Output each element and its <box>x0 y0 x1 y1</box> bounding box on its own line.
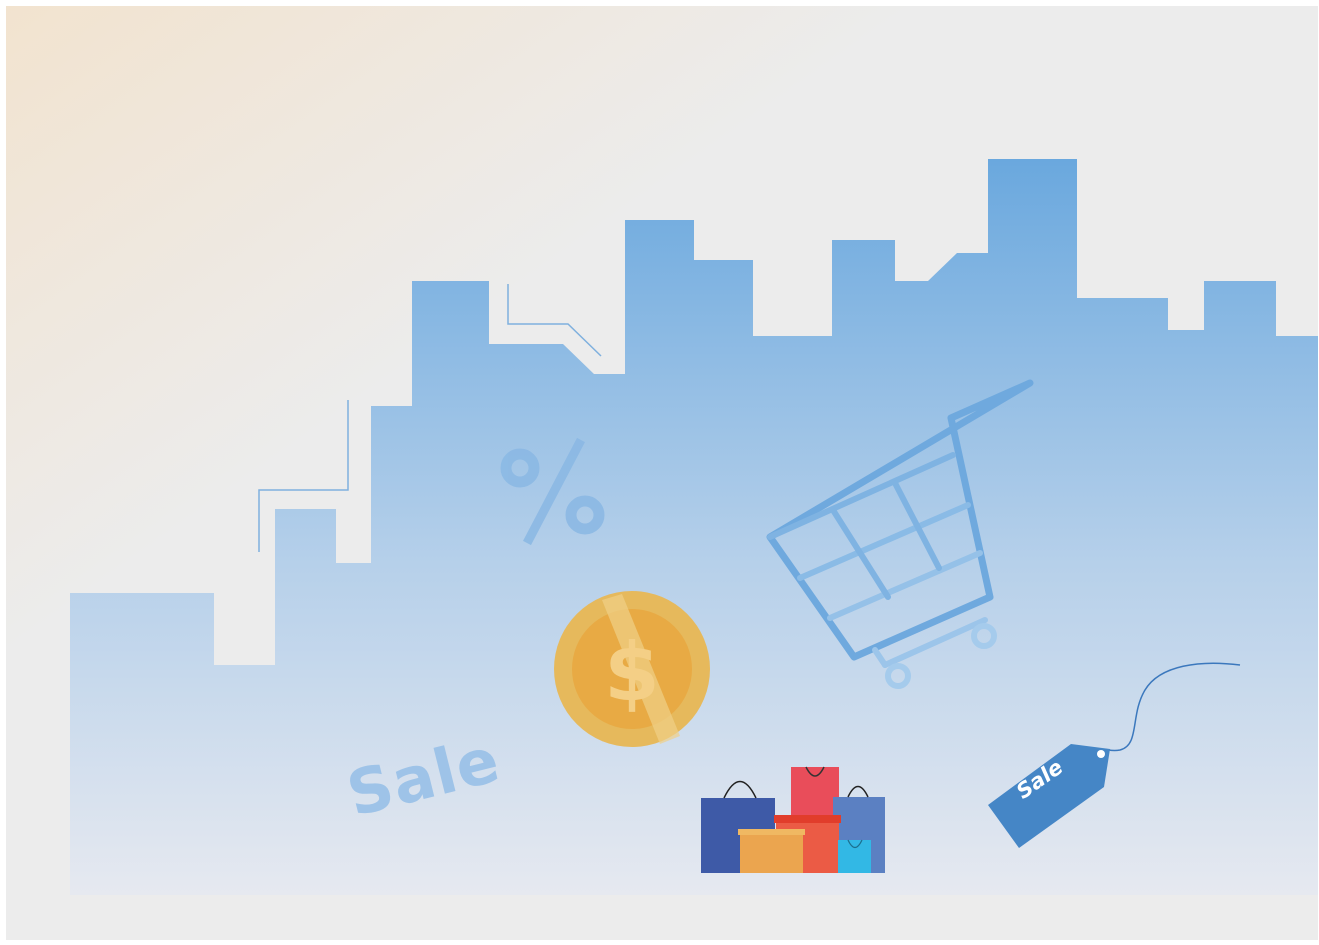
illustration-svg: $ <box>0 0 1319 941</box>
svg-text:$: $ <box>604 626 660 719</box>
dollar-coin-icon: $ <box>554 591 710 747</box>
sale-illustration: $ Sale Sale <box>0 0 1319 941</box>
